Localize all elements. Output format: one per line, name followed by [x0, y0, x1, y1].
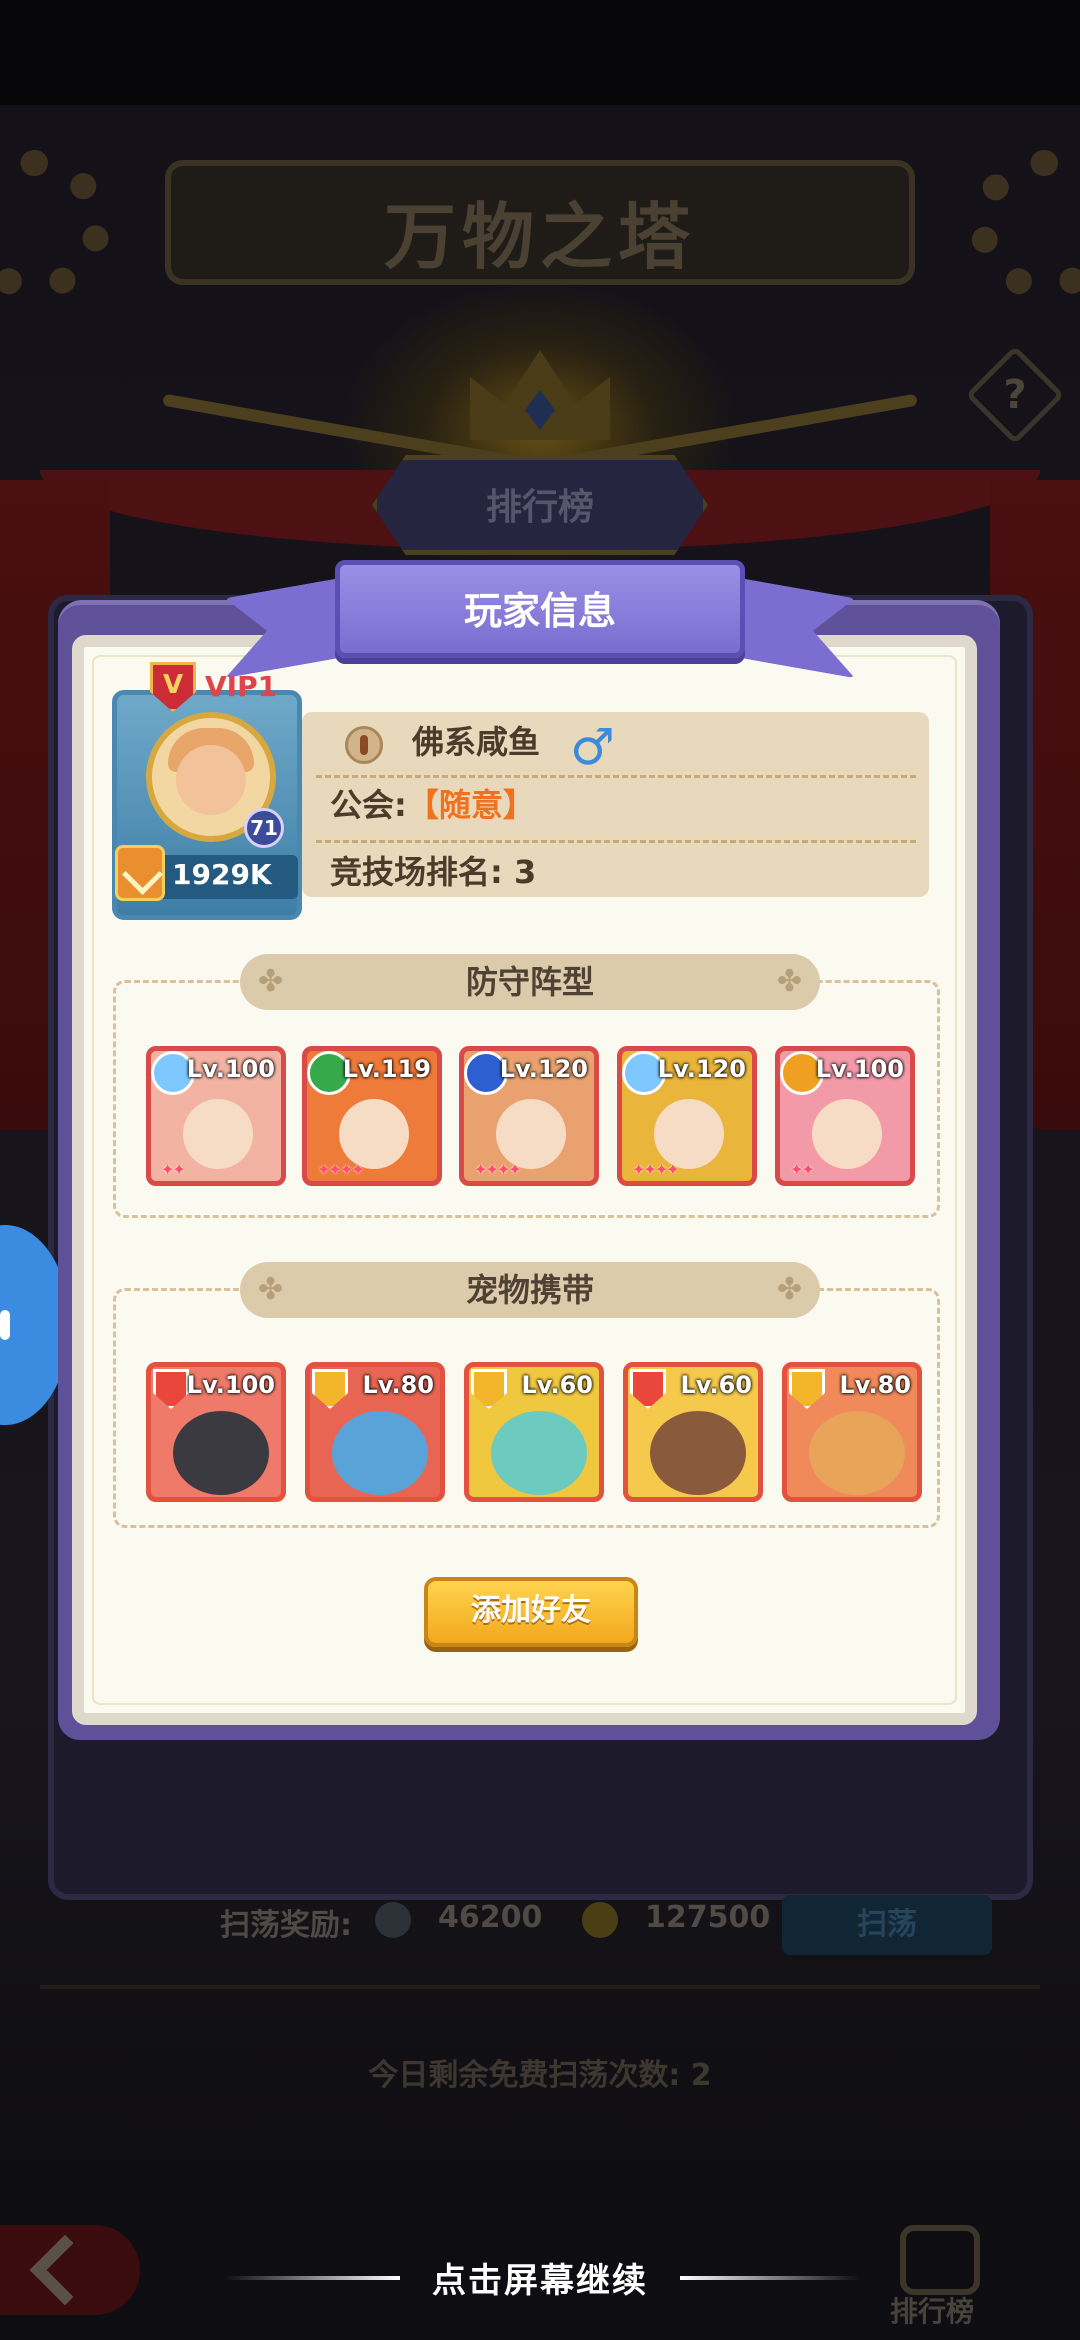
pet-card[interactable]: Lv.80: [305, 1362, 445, 1502]
pet-level: Lv.80: [839, 1371, 912, 1399]
pet-card[interactable]: Lv.80: [782, 1362, 922, 1502]
pet-level: Lv.60: [680, 1371, 753, 1399]
guild-row: 公会:【随意】: [330, 775, 535, 835]
pet-portrait: [650, 1411, 746, 1495]
hero-card[interactable]: Lv.100 ✦✦: [146, 1046, 286, 1186]
page-title: 万物之塔: [383, 194, 696, 279]
gold-coin-icon: [582, 1902, 618, 1938]
pet-level: Lv.80: [362, 1371, 435, 1399]
hero-portrait: [812, 1099, 882, 1169]
avatar: [176, 745, 246, 815]
hero-level: Lv.100: [186, 1055, 275, 1083]
player-name: 佛系咸鱼: [412, 723, 541, 761]
hero-portrait: [183, 1099, 253, 1169]
pet-rarity-badge-icon: [312, 1369, 348, 1409]
pet-rarity-badge-icon: [153, 1369, 189, 1409]
pet-level: Lv.100: [186, 1371, 275, 1399]
hero-level: Lv.120: [657, 1055, 746, 1083]
star-rating-icon: ✦✦: [161, 1160, 186, 1179]
guild-name[interactable]: 【随意】: [407, 786, 535, 824]
pet-level: Lv.60: [521, 1371, 594, 1399]
power-icon: [115, 845, 165, 901]
pet-card[interactable]: Lv.60: [464, 1362, 604, 1502]
sweep-reward-value-1: 46200: [438, 1900, 543, 1935]
free-sweeps-text: 今日剩余免费扫荡次数: 2: [368, 2058, 712, 2093]
player-level-badge: 71: [244, 808, 284, 848]
hero-level: Lv.120: [499, 1055, 588, 1083]
divider: [40, 1985, 1040, 1989]
star-rating-icon: ✦✦✦✦: [317, 1160, 365, 1179]
arena-rank-label: 竞技场排名:: [330, 853, 503, 891]
pets-header: 宠物携带: [240, 1262, 820, 1318]
rank-ribbon-label: 排行榜: [485, 487, 594, 528]
pet-rarity-badge-icon: [471, 1369, 507, 1409]
hero-card[interactable]: Lv.100 ✦✦: [775, 1046, 915, 1186]
arena-rank-value: 3: [513, 853, 537, 891]
guild-label: 公会:: [330, 786, 407, 824]
hero-portrait: [339, 1099, 409, 1169]
hero-level: Lv.100: [815, 1055, 904, 1083]
star-rating-icon: ✦✦: [790, 1160, 815, 1179]
title-badge-icon: [345, 726, 383, 764]
pet-card[interactable]: Lv.100: [146, 1362, 286, 1502]
arena-row: 竞技场排名: 3: [330, 842, 536, 902]
hero-portrait: [496, 1099, 566, 1169]
hero-card[interactable]: Lv.120 ✦✦✦✦: [617, 1046, 757, 1186]
pet-portrait: [332, 1411, 428, 1495]
gem-coin-icon: [375, 1902, 411, 1938]
help-icon: ?: [1003, 372, 1027, 418]
add-friend-button[interactable]: 添加好友: [424, 1577, 638, 1647]
game-scene[interactable]: 万物之塔 ? 排行榜 扫荡奖励: 46200 127500 扫荡 今日剩余免费扫…: [0, 0, 1080, 2340]
hero-level: Lv.119: [342, 1055, 431, 1083]
pet-rarity-badge-icon: [789, 1369, 825, 1409]
hero-card[interactable]: Lv.120 ✦✦✦✦: [459, 1046, 599, 1186]
pet-card[interactable]: Lv.60: [623, 1362, 763, 1502]
hero-portrait: [654, 1099, 724, 1169]
modal-title: 玩家信息: [463, 589, 616, 633]
tap-to-continue-text: 点击屏幕继续: [432, 2261, 648, 2301]
pet-portrait: [173, 1411, 269, 1495]
star-rating-icon: ✦✦✦✦: [474, 1160, 522, 1179]
sweep-reward-label: 扫荡奖励:: [220, 1908, 352, 1943]
sweep-reward-value-2: 127500: [645, 1900, 771, 1935]
pet-rarity-badge-icon: [630, 1369, 666, 1409]
vip-shield-letter: V: [162, 670, 184, 700]
male-gender-icon: ♂: [570, 718, 615, 776]
defense-formation-header: 防守阵型: [240, 954, 820, 1010]
pet-portrait: [491, 1411, 587, 1495]
sweep-button[interactable]: 扫荡: [782, 1895, 992, 1955]
combat-power: 1929K: [172, 858, 272, 891]
help-button[interactable]: ?: [965, 345, 1065, 445]
pet-portrait: [809, 1411, 905, 1495]
star-rating-icon: ✦✦✦✦: [632, 1160, 680, 1179]
hero-card[interactable]: Lv.119 ✦✦✦✦: [302, 1046, 442, 1186]
vip-level: VIP1: [205, 670, 278, 703]
